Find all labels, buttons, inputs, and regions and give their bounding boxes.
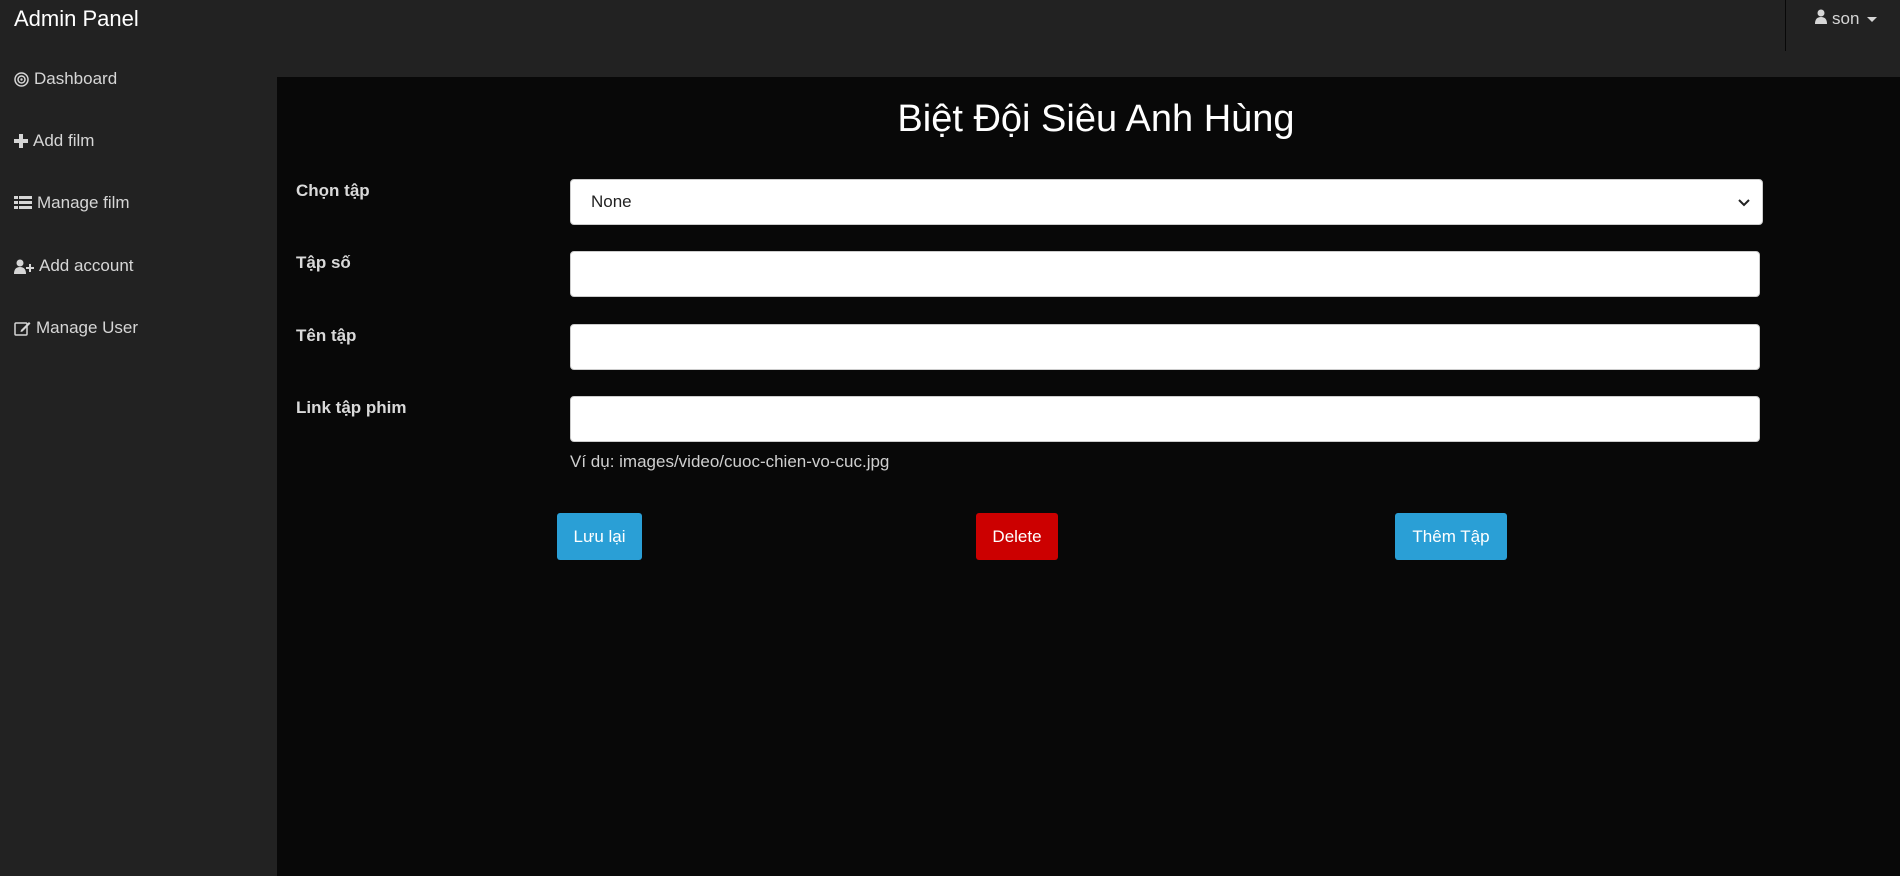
sidebar-item-manage-user[interactable]: Manage User: [14, 318, 138, 338]
episode-select-value: None: [591, 192, 632, 211]
page-title: Biệt Đội Siêu Anh Hùng: [897, 98, 1295, 140]
sidebar-item-label: Dashboard: [34, 69, 118, 88]
sidebar-item-label: Manage User: [36, 318, 139, 337]
episode-link-label: Link tập phim: [296, 398, 407, 417]
user-icon: [1815, 9, 1827, 29]
sidebar: Dashboard Add film Manage film Add accou…: [0, 51, 277, 876]
episode-select[interactable]: None: [570, 179, 1763, 225]
list-icon: [14, 196, 32, 210]
link-hint-text: Ví dụ: images/video/cuoc-chien-vo-cuc.jp…: [570, 452, 890, 471]
episode-link-input[interactable]: [570, 396, 1760, 442]
user-menu-dropdown[interactable]: son: [1815, 9, 1878, 29]
sidebar-item-label: Add film: [33, 131, 95, 150]
episode-name-label: Tên tập: [296, 326, 357, 345]
sidebar-item-add-account[interactable]: Add account: [14, 256, 134, 276]
navbar-divider: [1785, 0, 1786, 51]
target-icon: [14, 71, 29, 87]
episode-number-input[interactable]: [570, 251, 1760, 297]
top-navbar: Admin Panel son: [0, 0, 1900, 77]
main-content: Biệt Đội Siêu Anh Hùng Chọn tập None Tập…: [277, 77, 1900, 876]
chevron-down-icon: [1738, 192, 1750, 212]
plus-icon: [14, 134, 28, 148]
sidebar-item-label: Add account: [39, 256, 134, 275]
episode-name-input[interactable]: [570, 324, 1760, 370]
brand-title[interactable]: Admin Panel: [14, 6, 139, 32]
save-button[interactable]: Lưu lại: [557, 513, 642, 560]
sidebar-item-dashboard[interactable]: Dashboard: [14, 69, 117, 89]
delete-button[interactable]: Delete: [976, 513, 1058, 560]
sidebar-item-add-film[interactable]: Add film: [14, 131, 94, 151]
sidebar-item-manage-film[interactable]: Manage film: [14, 193, 130, 213]
add-episode-button[interactable]: Thêm Tập: [1395, 513, 1507, 560]
user-plus-icon: [14, 259, 34, 274]
caret-down-icon: [1867, 16, 1878, 22]
episode-select-label: Chọn tập: [296, 181, 370, 200]
edit-icon: [14, 321, 31, 336]
username-label: son: [1832, 9, 1860, 28]
episode-number-label: Tập số: [296, 253, 351, 272]
sidebar-item-label: Manage film: [37, 193, 130, 212]
